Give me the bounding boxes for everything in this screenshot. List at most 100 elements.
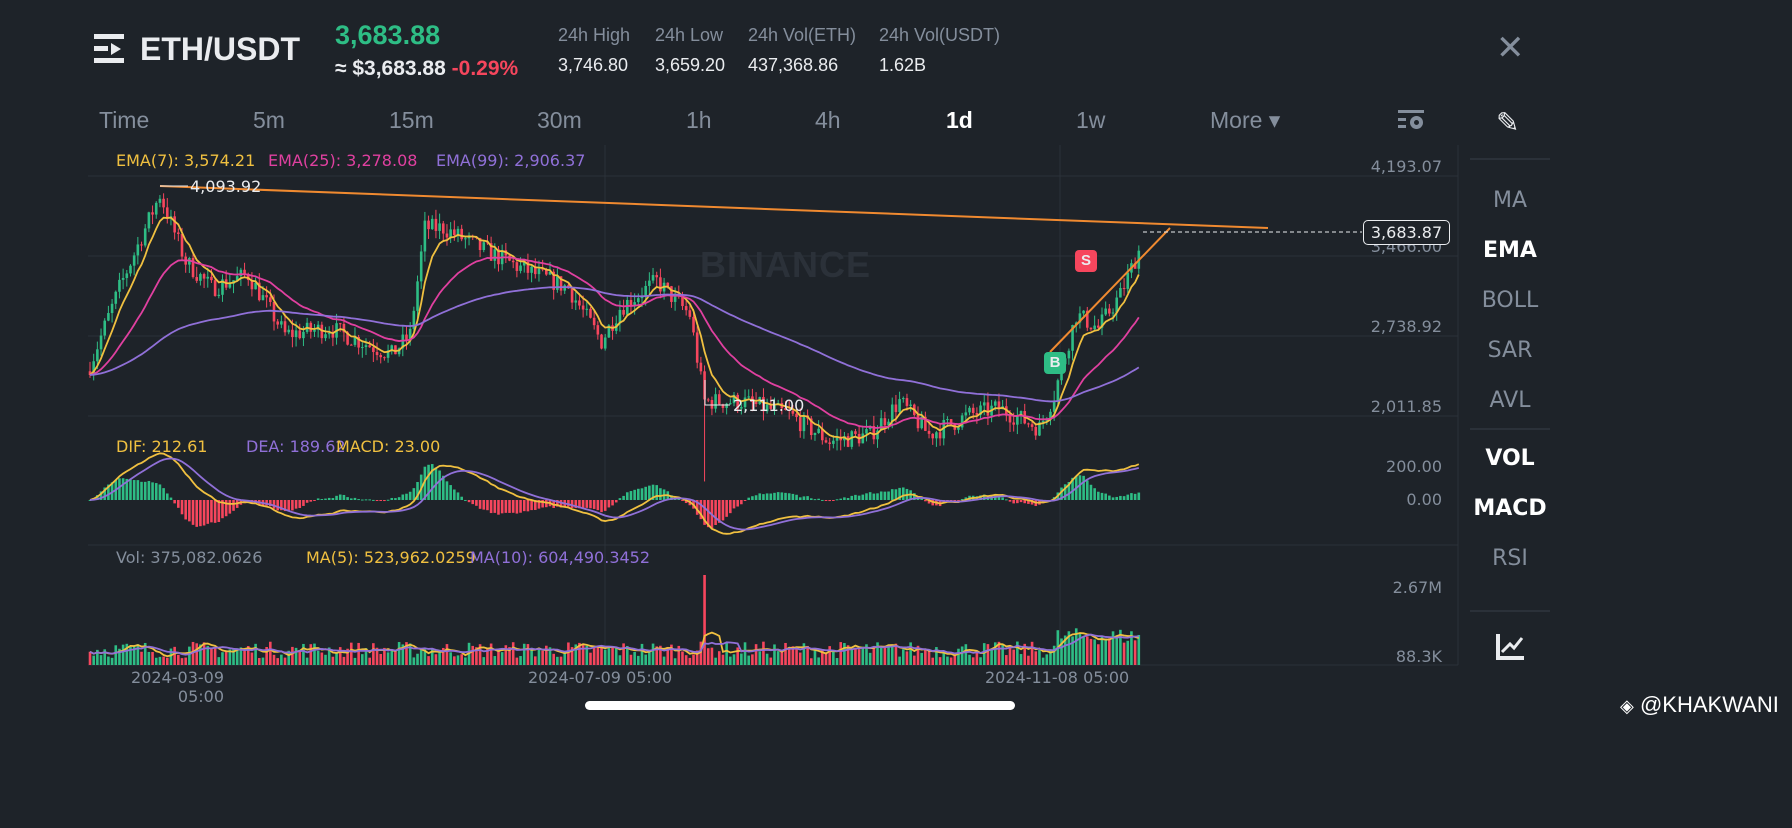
volume-bar	[154, 657, 158, 665]
macd-histogram-bar	[493, 500, 497, 513]
volume-bar	[497, 650, 500, 665]
macd-histogram-bar	[522, 500, 526, 512]
candle-body	[574, 300, 578, 303]
macd-histogram-bar	[868, 492, 872, 500]
volume-bar	[813, 649, 817, 665]
macd-histogram-bar	[136, 480, 140, 500]
candle-body	[125, 273, 129, 278]
legend-vol: Vol: 375,082.0626	[116, 548, 263, 567]
volume-bar	[688, 657, 692, 665]
candle-body	[327, 333, 331, 335]
volume-bar	[390, 649, 394, 665]
volume-bar	[489, 643, 493, 665]
macd-histogram-bar	[901, 487, 905, 500]
macd-histogram-bar	[228, 500, 232, 514]
candle-body	[1056, 380, 1060, 401]
macd-histogram-bar	[758, 493, 762, 500]
volume-bar	[140, 651, 143, 665]
volume-bar	[798, 652, 802, 665]
candle-body	[861, 433, 865, 444]
volume-bar	[762, 641, 765, 665]
macd-histogram-bar	[1085, 480, 1089, 500]
candle-body	[121, 277, 125, 280]
volume-bar	[434, 654, 438, 665]
volume-bar	[1001, 643, 1004, 665]
macd-histogram-bar	[132, 480, 136, 500]
macd-histogram-bar	[721, 500, 725, 521]
volume-bar	[1115, 635, 1119, 665]
candle-body	[570, 288, 574, 303]
volume-bar	[438, 651, 441, 665]
candle-body	[375, 351, 379, 356]
candle-body	[968, 407, 971, 413]
volume-bar	[787, 647, 791, 665]
volume-bar	[637, 655, 640, 665]
candle-body	[261, 295, 265, 301]
candle-body	[695, 332, 699, 363]
candle-body	[603, 337, 607, 349]
volume-bar	[592, 646, 596, 665]
candle-body	[813, 432, 817, 436]
candle-body	[710, 399, 714, 409]
candle-body	[931, 433, 935, 439]
volume-bar	[298, 651, 302, 665]
candle-body	[684, 306, 688, 311]
candle-body	[324, 334, 327, 339]
volume-bar	[305, 657, 309, 665]
macd-histogram-bar	[1115, 496, 1119, 500]
macd-histogram-bar	[611, 500, 614, 506]
macd-histogram-bar	[302, 500, 305, 506]
macd-histogram-bar	[154, 483, 158, 500]
candle-body	[971, 407, 975, 413]
macd-histogram-bar	[202, 500, 206, 526]
volume-bar	[920, 652, 923, 665]
candle-body	[828, 442, 831, 444]
home-indicator[interactable]	[585, 701, 1015, 710]
candle-body	[1082, 310, 1085, 314]
candle-body	[1034, 426, 1038, 436]
candle-body	[1104, 308, 1107, 315]
candle-body	[338, 323, 342, 325]
legend-ema7: EMA(7): 3,574.21	[116, 151, 256, 170]
volume-bar	[872, 646, 876, 665]
last-price-label[interactable]: 3,683.87	[1363, 220, 1450, 245]
macd-histogram-bar	[747, 497, 751, 500]
volume-bar	[1019, 654, 1023, 665]
macd-histogram-bar	[1019, 500, 1023, 503]
volume-bar	[213, 647, 217, 665]
candle-body	[717, 394, 721, 405]
macd-histogram-bar	[357, 499, 360, 501]
macd-histogram-bar	[379, 500, 383, 501]
macd-histogram-bar	[1078, 475, 1082, 500]
volume-bar	[931, 657, 935, 665]
macd-histogram-bar	[515, 500, 519, 514]
volume-bar	[1082, 637, 1085, 665]
candle-body	[132, 255, 136, 266]
candle-body	[585, 308, 589, 310]
candle-body	[986, 402, 990, 416]
macd-histogram-bar	[618, 498, 622, 500]
candle-body	[416, 281, 419, 311]
macd-histogram-bar	[401, 494, 405, 500]
macd-histogram-bar	[1100, 492, 1104, 500]
candle-body	[905, 398, 909, 406]
candle-body	[1111, 312, 1115, 314]
candle-body	[817, 428, 820, 433]
candle-body	[894, 404, 898, 413]
volume-bar	[717, 651, 721, 665]
macd-histogram-bar	[177, 500, 180, 508]
volume-bar	[644, 654, 647, 665]
candle-body	[916, 414, 920, 429]
volume-bar	[556, 656, 559, 665]
candle-body	[957, 427, 960, 430]
macd-histogram-bar	[625, 492, 629, 500]
macd-histogram-bar	[725, 500, 728, 517]
candle-body	[1097, 325, 1100, 328]
price-axis-label: 2,011.85	[1370, 397, 1442, 416]
macd-histogram-bar	[298, 500, 302, 508]
candle-body	[482, 242, 486, 251]
macd-histogram-bar	[324, 498, 327, 500]
candle-body	[651, 275, 655, 281]
volume-bar	[817, 657, 820, 665]
volume-bar	[511, 642, 515, 665]
